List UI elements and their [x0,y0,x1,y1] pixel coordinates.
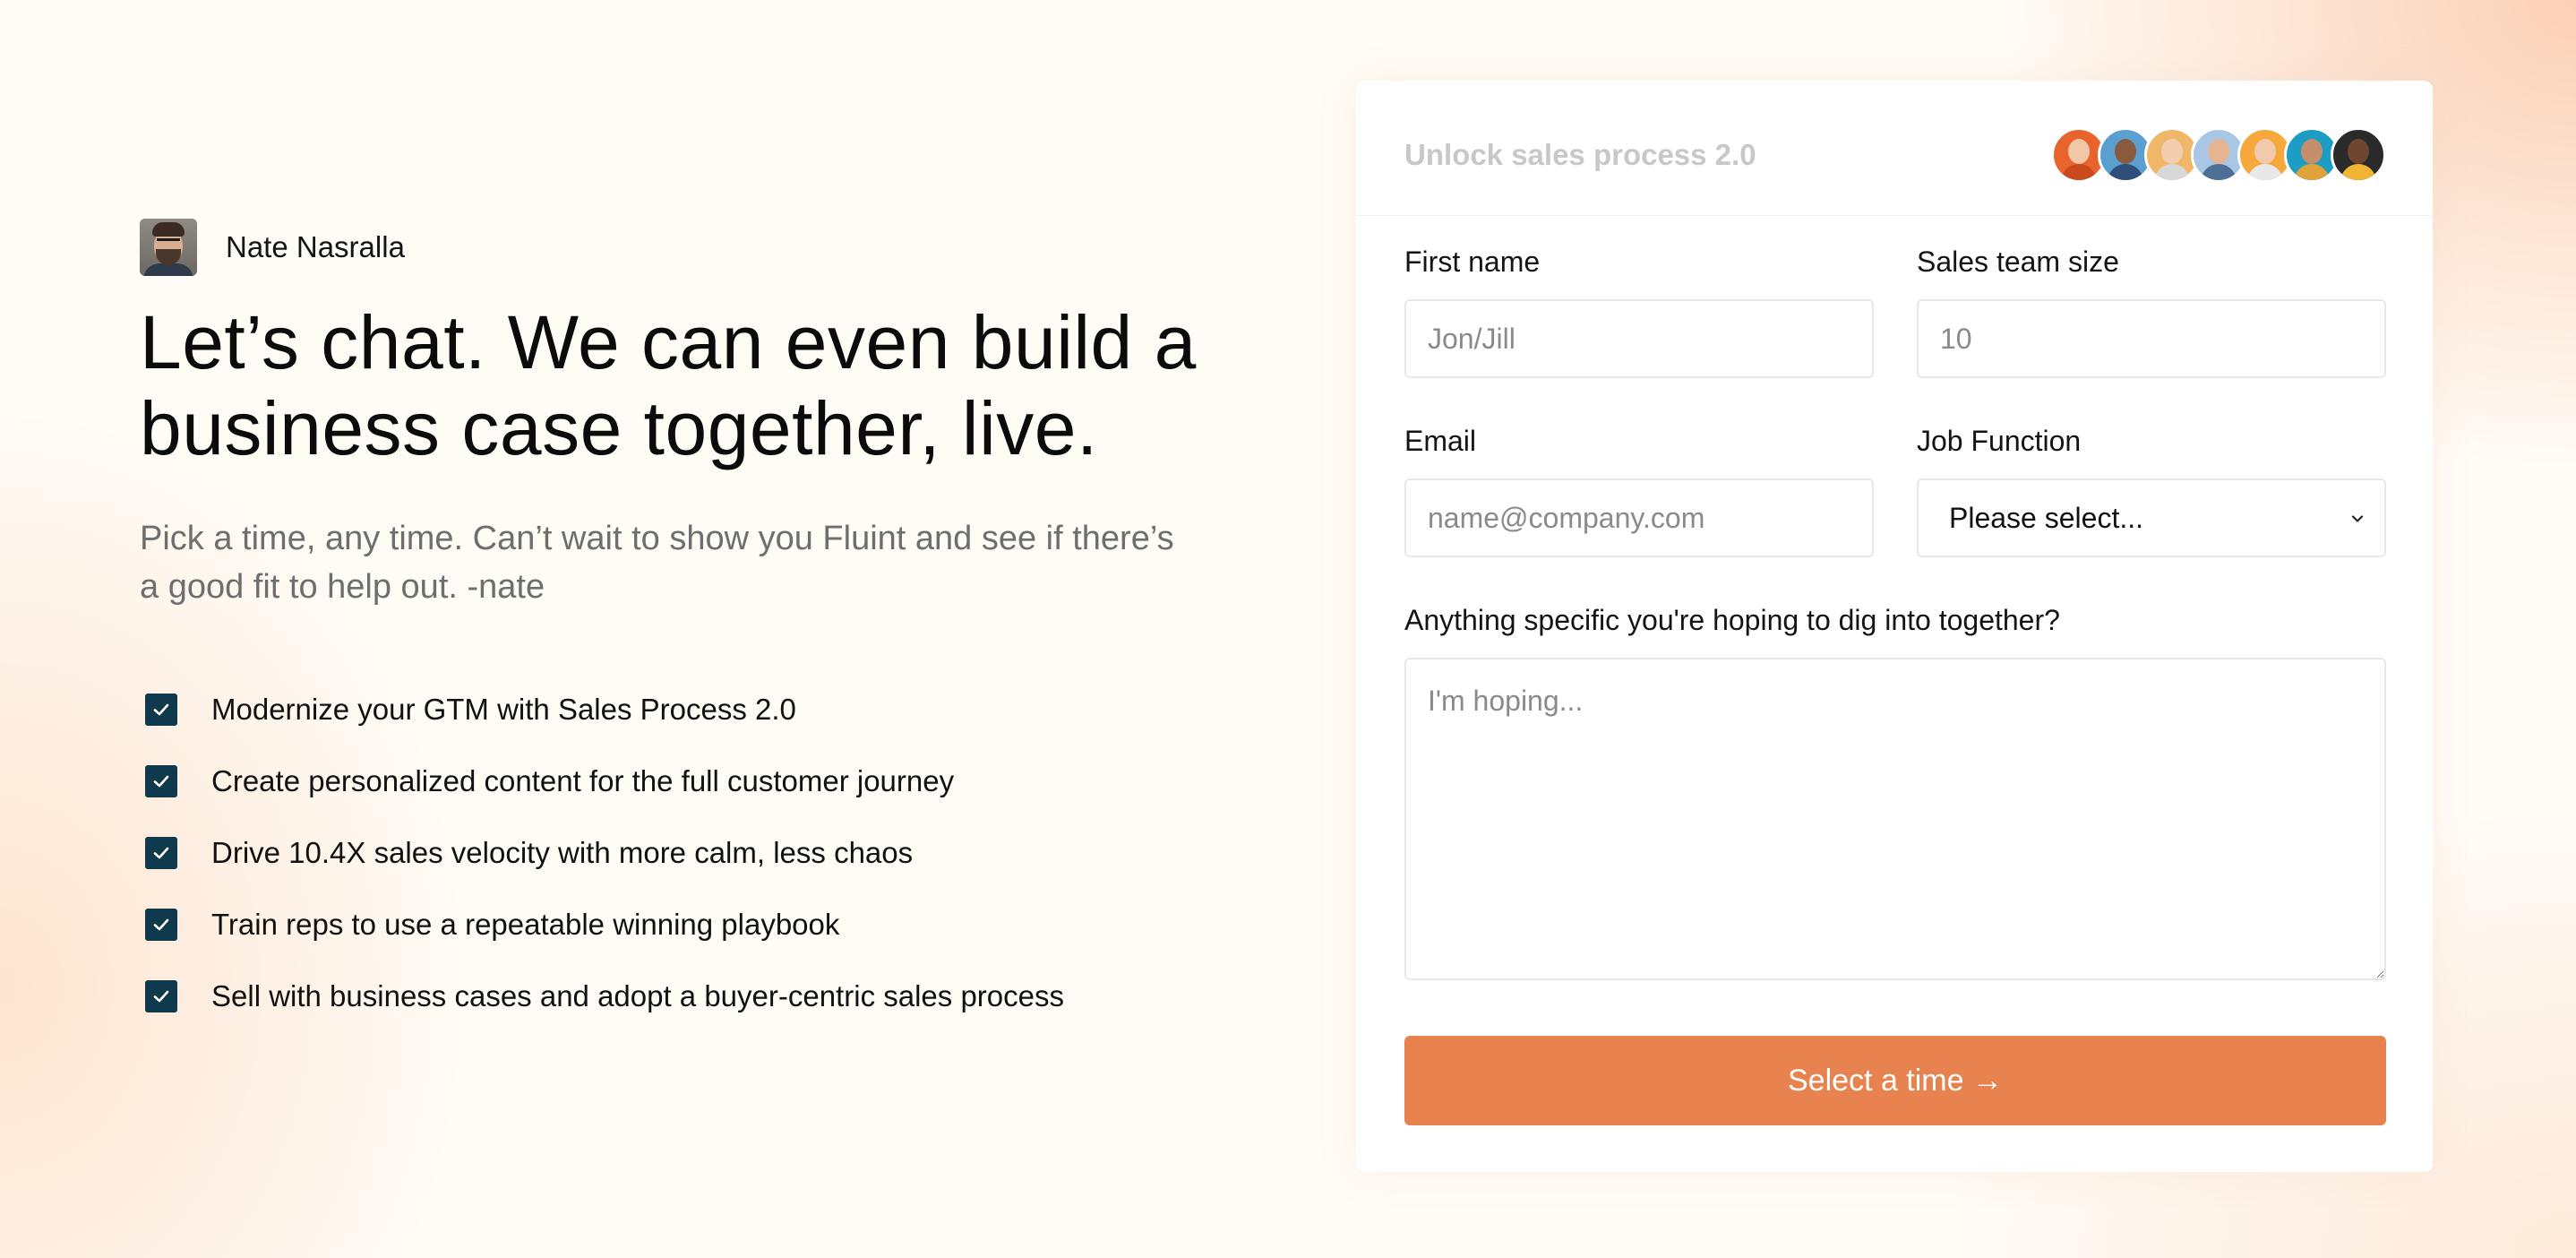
author-avatar [140,219,197,276]
intro-section: Nate Nasralla Let’s chat. We can even bu… [140,219,1304,1032]
email-input[interactable] [1404,478,1874,557]
first-name-input[interactable] [1404,299,1874,378]
checkmark-icon [145,694,177,726]
chevron-down-icon [2348,502,2366,535]
team-member-avatar [2331,127,2386,183]
details-textarea[interactable] [1404,658,2386,980]
checkmark-icon [145,837,177,869]
team-size-label: Sales team size [1917,246,2119,278]
checkmark-icon [145,980,177,1012]
feature-item: Drive 10.4X sales velocity with more cal… [140,817,1304,889]
author: Nate Nasralla [140,219,1304,276]
feature-item: Sell with business cases and adopt a buy… [140,961,1304,1032]
feature-item: Modernize your GTM with Sales Process 2.… [140,674,1304,745]
feature-item: Create personalized content for the full… [140,745,1304,817]
job-function-select[interactable]: Please select... [1917,478,2386,557]
feature-text: Sell with business cases and adopt a buy… [211,979,1064,1012]
job-function-value: Please select... [1949,501,2143,534]
team-size-input[interactable] [1917,299,2386,378]
details-label: Anything specific you're hoping to dig i… [1404,604,2060,636]
feature-text: Drive 10.4X sales velocity with more cal… [211,836,914,869]
select-time-button[interactable]: Select a time → [1404,1036,2386,1125]
divider [1356,215,2433,216]
feature-text: Modernize your GTM with Sales Process 2.… [211,693,796,726]
feature-list: Modernize your GTM with Sales Process 2.… [140,674,1304,1032]
author-name: Nate Nasralla [226,230,405,263]
feature-text: Create personalized content for the full… [211,764,955,797]
email-label: Email [1404,425,1477,457]
team-avatar-stack [2051,127,2386,183]
page-subtext: Pick a time, any time. Can’t wait to sho… [140,520,1174,606]
job-function-label: Job Function [1917,425,2082,457]
feature-text: Train reps to use a repeatable winning p… [211,908,840,941]
booking-form-card: Unlock sales process 2.0 First name Sale… [1356,81,2433,1172]
checkmark-icon [145,909,177,941]
form-header: Unlock sales process 2.0 [1404,125,2386,185]
first-name-label: First name [1404,246,1541,278]
form-title: Unlock sales process 2.0 [1404,138,1756,171]
feature-item: Train reps to use a repeatable winning p… [140,889,1304,961]
checkmark-icon [145,765,177,797]
page-headline: Let’s chat. We can even build a business… [140,300,1197,470]
